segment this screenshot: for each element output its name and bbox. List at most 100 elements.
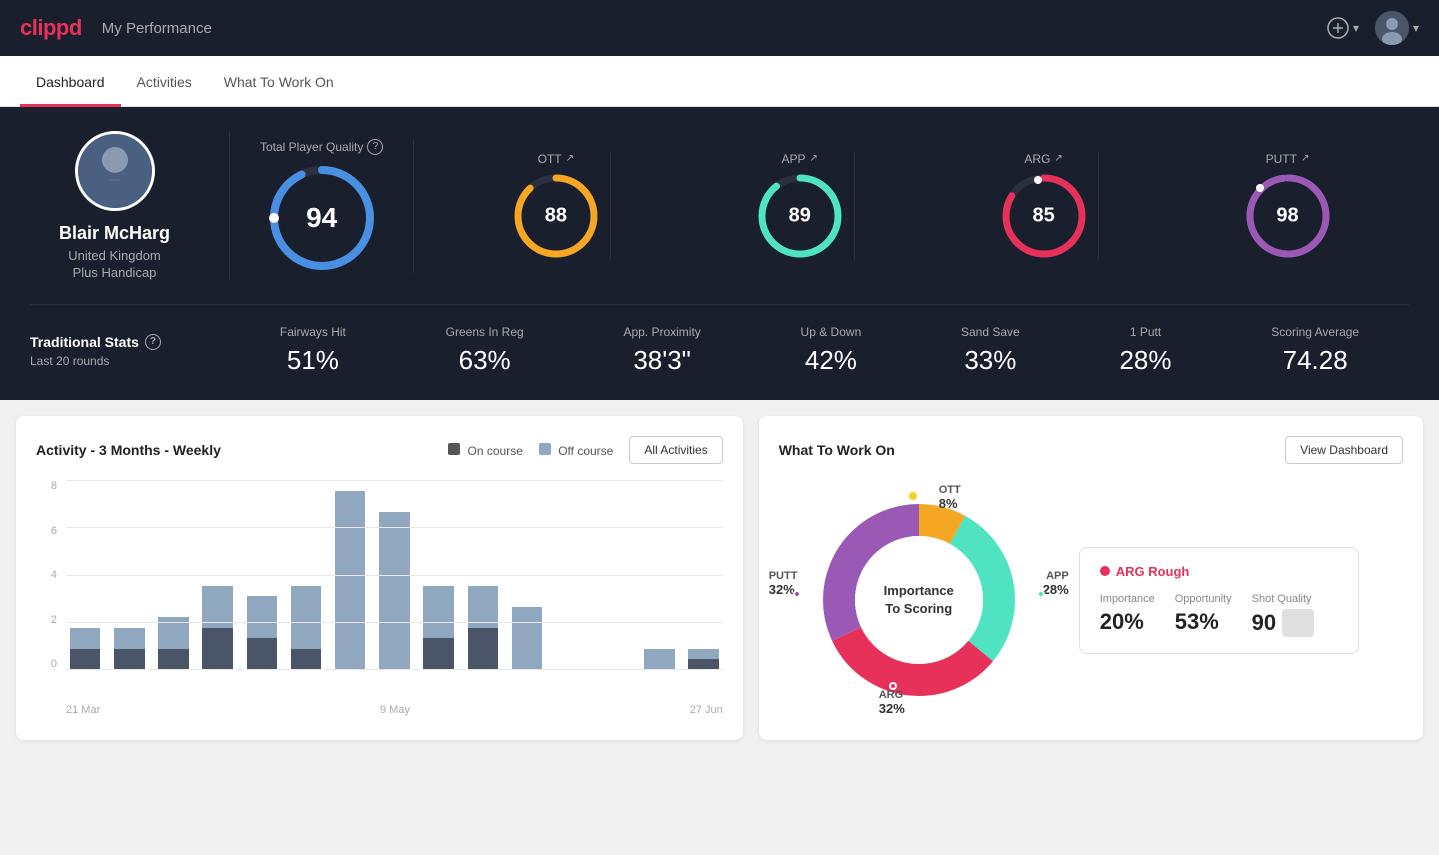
bar-group-10: [508, 480, 546, 670]
stat-1putt: 1 Putt 28%: [1119, 325, 1171, 376]
nav-tabs: Dashboard Activities What To Work On: [0, 56, 1439, 107]
stat-updown: Up & Down 42%: [801, 325, 862, 376]
metric-importance-label: Importance: [1100, 593, 1155, 605]
shot-quality-badge: [1282, 609, 1314, 637]
ott-label: OTT ↗: [538, 152, 574, 166]
info-card: ARG Rough Importance 20% Opportunity 53%…: [1079, 547, 1359, 654]
donut-label-ott: OTT8%: [939, 484, 961, 511]
header-right: ▾ ▾: [1327, 11, 1419, 45]
metric-opportunity-value: 53%: [1175, 609, 1232, 635]
y-axis: 0 2 4 6 8: [36, 480, 61, 670]
shot-quality-row: 90: [1252, 609, 1314, 637]
logo[interactable]: clippd: [20, 15, 82, 41]
bar-group-8: [420, 480, 458, 670]
header-left: clippd My Performance: [20, 15, 212, 41]
arg-circle: 85: [1000, 172, 1088, 260]
bottom-panels: Activity - 3 Months - Weekly On course O…: [0, 400, 1439, 756]
info-metrics: Importance 20% Opportunity 53% Shot Qual…: [1100, 593, 1338, 637]
metric-importance: Importance 20%: [1100, 593, 1155, 637]
metric-shot-quality-value: 90: [1252, 610, 1276, 636]
bar-off-6: [335, 491, 366, 670]
stat-proximity-value: 38'3": [623, 345, 700, 376]
ott-value: 88: [545, 204, 567, 227]
hero-section: Blair McHarg United Kingdom Plus Handica…: [0, 107, 1439, 400]
putt-arrow-icon: ↗: [1301, 153, 1309, 164]
header: clippd My Performance ▾ ▾: [0, 0, 1439, 56]
y-label-2: 2: [51, 614, 57, 626]
total-quality-circle: 94: [267, 163, 377, 273]
bar-on-9: [468, 628, 499, 670]
bar-off-1: [114, 628, 145, 649]
avatar: [1375, 11, 1409, 45]
trad-stats-title: Traditional Stats ?: [30, 334, 200, 350]
ott-circle: 88: [512, 172, 600, 260]
tab-what-to-work-on[interactable]: What To Work On: [208, 56, 350, 107]
what-to-work-on-panel: What To Work On View Dashboard: [759, 416, 1423, 740]
player-handicap: Plus Handicap: [73, 265, 157, 280]
hero-top: Blair McHarg United Kingdom Plus Handica…: [30, 131, 1409, 305]
total-quality-value: 94: [306, 202, 337, 234]
total-quality-help-icon[interactable]: ?: [367, 139, 383, 155]
total-quality: Total Player Quality ? 94: [260, 139, 414, 273]
bar-group-12: [596, 480, 634, 670]
donut-label-app: APP28%: [1043, 570, 1069, 597]
bar-group-9: [464, 480, 502, 670]
bar-off-7: [379, 512, 410, 670]
stat-sandsave: Sand Save 33%: [961, 325, 1020, 376]
total-quality-label: Total Player Quality ?: [260, 139, 383, 155]
y-label-8: 8: [51, 480, 57, 492]
stat-greens-label: Greens In Reg: [446, 325, 524, 339]
trad-stats-help-icon[interactable]: ?: [145, 334, 161, 350]
bar-on-2: [158, 649, 189, 670]
donut-label-arg: ARG32%: [879, 689, 905, 716]
bar-off-0: [70, 628, 101, 649]
app-value: 89: [789, 204, 811, 227]
player-country: United Kingdom: [68, 248, 161, 263]
bar-off-14: [688, 649, 719, 660]
bar-group-2: [154, 480, 192, 670]
bar-off-4: [247, 596, 278, 638]
stats-grid: Fairways Hit 51% Greens In Reg 63% App. …: [230, 325, 1409, 376]
stat-fairways-value: 51%: [280, 345, 346, 376]
tab-activities[interactable]: Activities: [121, 56, 208, 107]
legend-on-course: On course: [448, 443, 523, 458]
metric-importance-value: 20%: [1100, 609, 1155, 635]
view-dashboard-button[interactable]: View Dashboard: [1285, 436, 1403, 464]
bar-off-3: [202, 586, 233, 628]
bar-off-5: [291, 586, 322, 649]
tab-dashboard[interactable]: Dashboard: [20, 56, 121, 107]
player-avatar-image: [78, 131, 152, 211]
bar-group-3: [199, 480, 237, 670]
bar-off-8: [423, 586, 454, 639]
player-info: Blair McHarg United Kingdom Plus Handica…: [30, 131, 230, 280]
y-label-0: 0: [51, 658, 57, 670]
app-label: APP ↗: [782, 152, 818, 166]
app-circle: 89: [756, 172, 844, 260]
add-button[interactable]: ▾: [1327, 17, 1359, 39]
header-title: My Performance: [102, 20, 212, 37]
stat-proximity: App. Proximity 38'3": [623, 325, 700, 376]
user-dropdown-arrow: ▾: [1413, 21, 1419, 35]
legend-off-course: Off course: [539, 443, 613, 458]
player-avatar: [75, 131, 155, 211]
stat-scoring-value: 74.28: [1271, 345, 1359, 376]
stat-greens: Greens In Reg 63%: [446, 325, 524, 376]
putt-indicator-dot: [793, 590, 801, 598]
metric-shot-quality: Shot Quality 90: [1252, 593, 1314, 637]
donut-chart-wrapper: ImportanceTo Scoring OTT8% APP28% ARG32%…: [779, 480, 1059, 720]
stat-greens-value: 63%: [446, 345, 524, 376]
bar-on-0: [70, 649, 101, 670]
x-label-jun: 27 Jun: [690, 704, 723, 716]
stat-sandsave-label: Sand Save: [961, 325, 1020, 339]
bar-group-13: [640, 480, 678, 670]
donut-center-label: ImportanceTo Scoring: [884, 582, 954, 618]
stat-proximity-label: App. Proximity: [623, 325, 700, 339]
user-menu[interactable]: ▾: [1375, 11, 1419, 45]
all-activities-button[interactable]: All Activities: [629, 436, 722, 464]
putt-circle: 98: [1244, 172, 1332, 260]
wtwon-title: What To Work On: [779, 442, 895, 458]
bar-on-4: [247, 638, 278, 670]
bar-group-4: [243, 480, 281, 670]
score-col-putt: PUTT ↗ 98: [1234, 152, 1342, 260]
activity-panel: Activity - 3 Months - Weekly On course O…: [16, 416, 743, 740]
